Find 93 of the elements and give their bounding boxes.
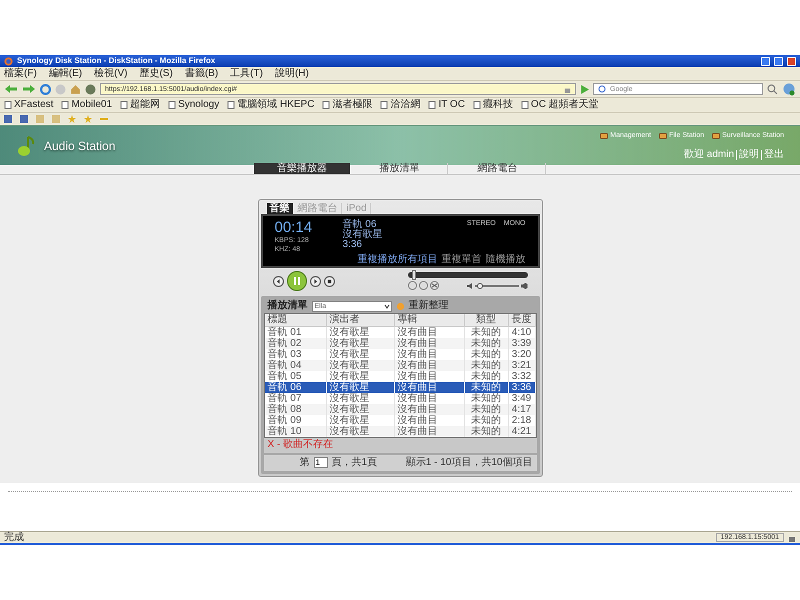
table-row[interactable]: 音軌 10 沒有歌星 沒有曲目 未知的 4:21 (264, 426, 536, 437)
menu-item[interactable]: 歷史(S) (139, 68, 173, 78)
bookmark-link[interactable]: 超能网 (130, 100, 160, 110)
back-arrow-icon[interactable] (4, 84, 18, 94)
app-icon (659, 132, 668, 140)
status-text: 完成 (4, 532, 24, 542)
table-row[interactable]: 音軌 04 沒有歌星 沒有曲目 未知的 3:21 (264, 360, 536, 371)
page-icon (120, 101, 128, 109)
page-icon (4, 101, 12, 109)
lock-icon (564, 86, 571, 92)
play-mode-option[interactable]: 重複播放所有項目 (358, 254, 438, 264)
bookmark-link[interactable]: Mobile01 (71, 100, 112, 110)
app-icon (712, 132, 720, 140)
player-tab[interactable]: 音樂 (266, 203, 292, 214)
missing-song-note: X - 歌曲不存在 (264, 438, 536, 452)
table-row[interactable]: 音軌 03 沒有歌星 沒有曲目 未知的 3:20 (264, 349, 536, 360)
column-header[interactable]: 專輯 (394, 314, 464, 326)
window-title: Synology Disk Station - DiskStation - Mozilla Firefox (17, 57, 216, 65)
volume-thumb[interactable] (476, 282, 483, 288)
menu-item[interactable]: 工具(T) (230, 68, 263, 78)
seek-track[interactable] (408, 272, 528, 278)
volume-low-icon (466, 282, 472, 288)
close-button[interactable] (787, 56, 796, 66)
star-icon[interactable] (84, 115, 92, 123)
forward-arrow-icon[interactable] (22, 84, 36, 94)
track-info: 沒有歌星 (342, 230, 384, 240)
search-icon[interactable] (767, 84, 778, 94)
play-mode-option[interactable]: 重複單首 (442, 254, 482, 264)
bookmark-link[interactable]: IT OC (438, 100, 465, 110)
table-row[interactable]: 音軌 06 沒有歌星 沒有曲目 未知的 3:36 (264, 382, 536, 393)
column-header[interactable]: 標題 (264, 314, 326, 326)
item-count-label: 顯示1 - 10項目，共10個項目 (406, 458, 532, 468)
elapsed-time: 00:14 (274, 220, 314, 235)
page-icon (227, 101, 236, 109)
bookmark-link[interactable]: Synology (178, 100, 220, 110)
volume-high-icon (520, 282, 528, 288)
bookmark-link[interactable]: 滋者極限 (332, 100, 372, 110)
nav-tab[interactable]: 網路電台 (450, 163, 546, 174)
page-number-field[interactable]: 1 (314, 457, 328, 468)
seek-thumb[interactable] (412, 270, 416, 280)
menu-item[interactable]: 檢視(V) (94, 68, 128, 78)
app-title: Audio Station (44, 138, 116, 154)
bookmark-link[interactable]: XFastest (14, 100, 54, 110)
music-note-icon (16, 134, 36, 156)
stop-button[interactable] (324, 276, 334, 286)
welcome-text: 歡迎 admin (684, 150, 734, 160)
maximize-button[interactable] (774, 56, 783, 66)
page-icon (428, 101, 436, 109)
star-icon[interactable] (68, 115, 76, 123)
table-row[interactable]: 音軌 07 沒有歌星 沒有曲目 未知的 3:49 (264, 393, 536, 404)
table-row[interactable]: 音軌 08 沒有歌星 沒有曲目 未知的 4:17 (264, 404, 536, 415)
track-info: 3:36 (342, 240, 363, 250)
app-icon (600, 132, 608, 140)
nav-tab[interactable]: 音樂播放器 (254, 163, 350, 174)
bookmark-link[interactable]: 癮科技 (482, 100, 513, 110)
menu-item[interactable]: 檔案(F) (4, 68, 37, 78)
column-header[interactable]: 類型 (464, 314, 508, 326)
table-cell: 沒有歌星 (326, 426, 394, 437)
page-icon (61, 101, 70, 109)
table-cell: 音軌 10 (264, 426, 326, 437)
page-label: 第 (300, 458, 310, 468)
page-icon (472, 101, 481, 109)
minimize-button[interactable] (761, 56, 770, 66)
table-row[interactable]: 音軌 05 沒有歌星 沒有曲目 未知的 3:32 (264, 371, 536, 382)
column-header[interactable]: 長度 (508, 314, 536, 326)
play-mode-option[interactable]: 隨機播放 (486, 254, 526, 264)
page-icon (380, 101, 388, 109)
table-row[interactable]: 音軌 02 沒有歌星 沒有曲目 未知的 3:39 (264, 338, 536, 349)
track-info: 音軌 06 (342, 220, 376, 230)
table-cell: 4:21 (508, 426, 536, 437)
bookmark-link[interactable]: 電腦領域 HKEPC (237, 100, 314, 110)
menu-item[interactable]: 說明(H) (274, 68, 309, 78)
page-icon (168, 101, 176, 109)
home-icon[interactable] (70, 84, 81, 94)
page-icon (322, 101, 330, 109)
table-cell: 沒有曲目 (394, 426, 464, 437)
refresh-button[interactable]: 重新整理 (408, 301, 448, 311)
page-count-label: 頁，共1頁 (332, 458, 378, 468)
next-button[interactable] (310, 276, 320, 286)
table-cell: 未知的 (464, 426, 508, 437)
page-icon (520, 101, 529, 109)
column-header[interactable]: 演出者 (326, 314, 394, 326)
playlist-label: 播放清單 (268, 301, 308, 311)
go-arrow-icon[interactable] (580, 84, 589, 94)
menu-item[interactable]: 書籤(B) (184, 68, 218, 78)
bookmark-link[interactable]: 洽洽網 (390, 100, 420, 110)
menu-item[interactable]: 編輯(E) (48, 68, 82, 78)
bookmark-link[interactable]: OC 超頻者天堂 (530, 100, 599, 110)
table-row[interactable]: 音軌 09 沒有歌星 沒有曲目 未知的 2:18 (264, 415, 536, 426)
table-row[interactable]: 音軌 01 沒有歌星 沒有曲目 未知的 4:10 (264, 327, 536, 338)
nav-tab[interactable]: 播放清單 (352, 163, 448, 174)
previous-button[interactable] (272, 276, 284, 286)
pause-button[interactable] (286, 271, 306, 291)
